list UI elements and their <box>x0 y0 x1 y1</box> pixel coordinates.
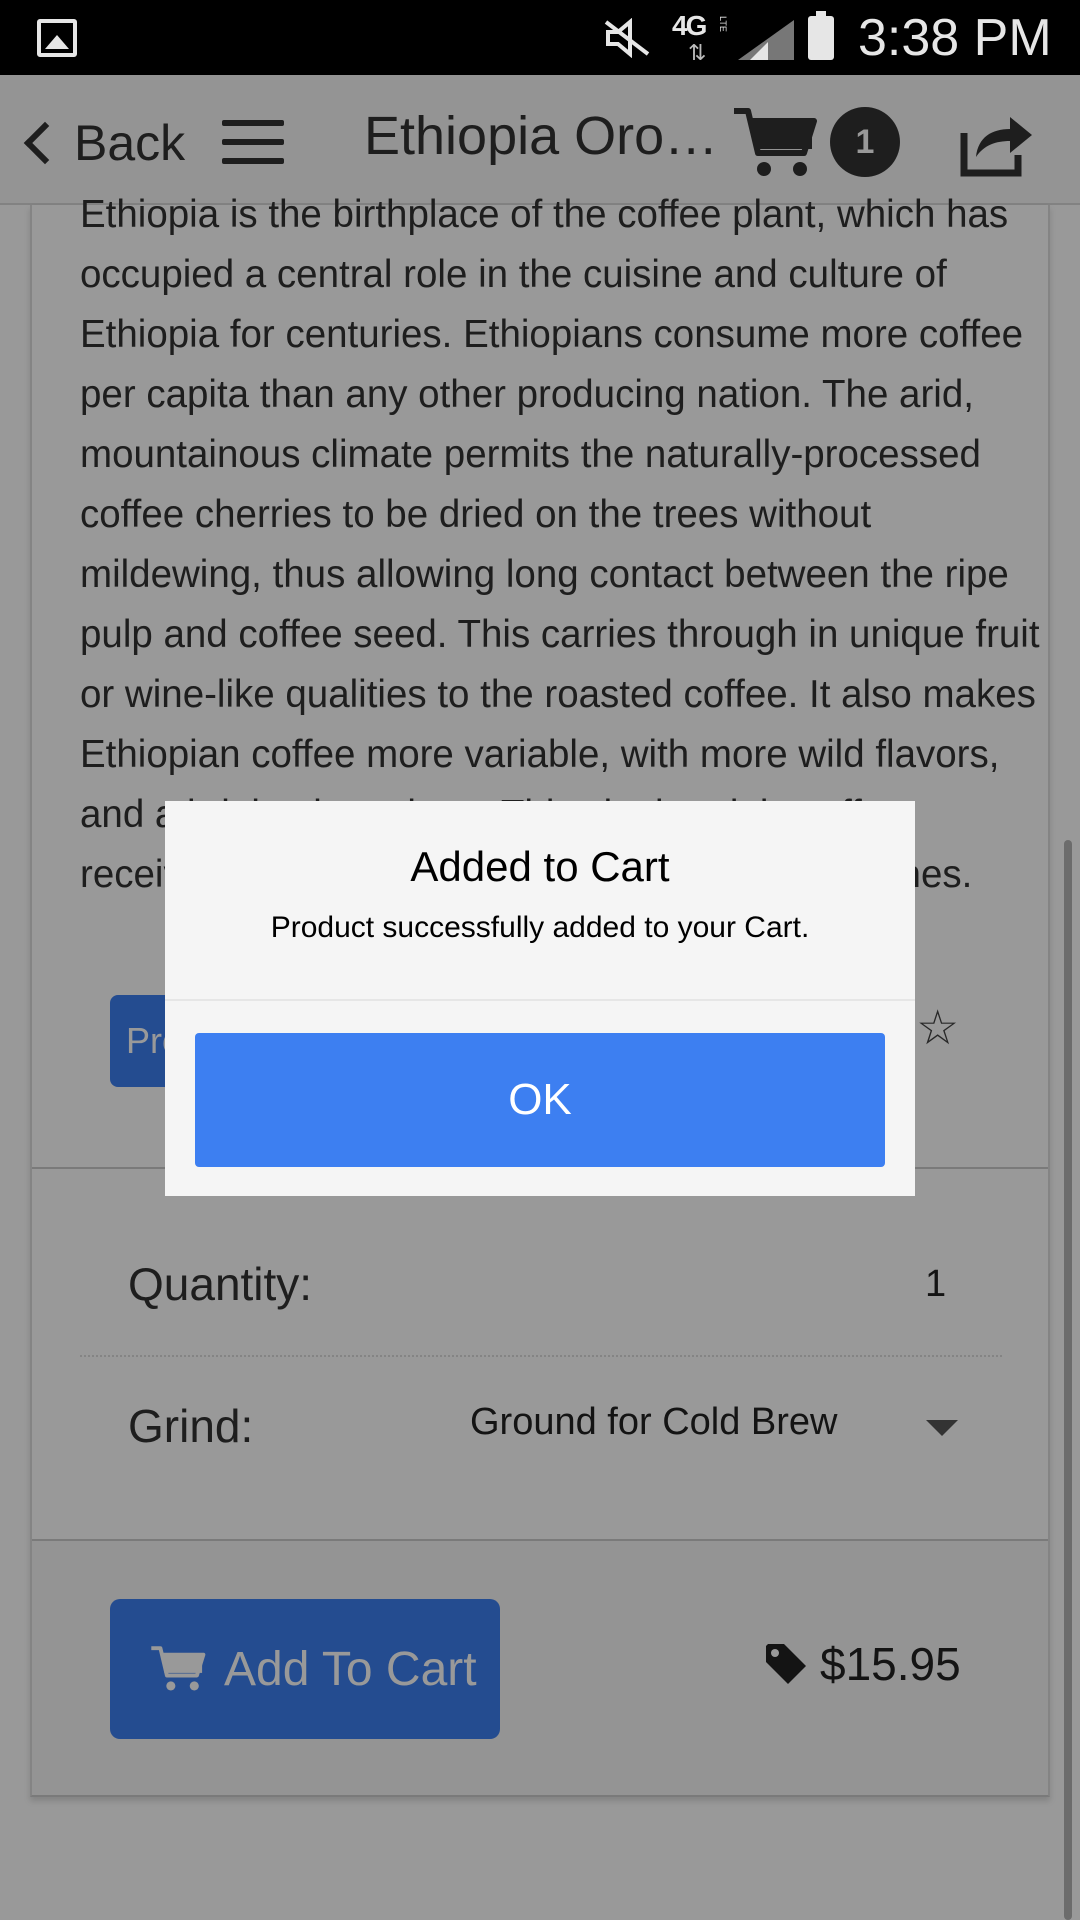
network-subtype: LTE <box>718 16 728 32</box>
dialog-title: Added to Cart <box>410 843 670 890</box>
data-activity-icon: ⇅ <box>688 40 707 65</box>
mute-icon <box>604 18 650 58</box>
divider <box>165 999 915 1001</box>
dialog-message: Product successfully added to your Cart. <box>270 911 810 944</box>
status-bar: 4G LTE ⇅ 3:38 PM <box>0 0 1080 75</box>
battery-icon <box>808 11 834 60</box>
ok-button[interactable]: OK <box>195 1033 885 1167</box>
clock: 3:38 PM <box>858 9 1052 67</box>
signal-icon <box>738 20 794 60</box>
network-type: 4G <box>672 10 707 41</box>
gallery-notification-icon <box>37 19 77 57</box>
added-to-cart-dialog: Added to Cart Product successfully added… <box>165 801 915 1196</box>
